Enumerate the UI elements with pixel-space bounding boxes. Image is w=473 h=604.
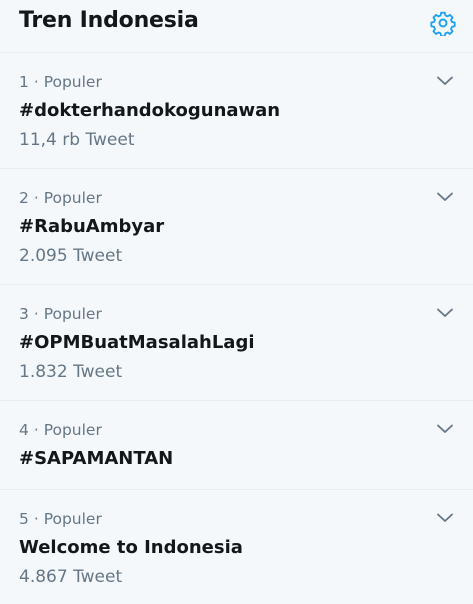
trends-header: Tren Indonesia (0, 0, 473, 53)
trend-rank: 4 (19, 421, 29, 439)
trend-tweet-count: 1.832 Tweet (19, 362, 123, 382)
chevron-down-icon[interactable] (435, 303, 455, 323)
trends-panel: Tren Indonesia 1 · Populer #dokterhandok… (0, 0, 473, 604)
chevron-down-icon[interactable] (435, 419, 455, 439)
trend-item[interactable]: 2 · Populer #RabuAmbyar 2.095 Tweet (0, 169, 473, 285)
trend-separator: · (33, 73, 39, 91)
trend-meta: 1 · Populer (19, 73, 102, 91)
trend-item[interactable]: 1 · Populer #dokterhandokogunawan 11,4 r… (0, 53, 473, 169)
trend-tweet-count: 11,4 rb Tweet (19, 130, 135, 150)
trend-name[interactable]: #dokterhandokogunawan (19, 100, 280, 121)
trend-rank: 5 (19, 510, 29, 528)
trend-name[interactable]: #RabuAmbyar (19, 216, 164, 237)
trend-context: Populer (43, 189, 102, 207)
trend-rank: 1 (19, 73, 29, 91)
trend-tweet-count: 4.867 Tweet (19, 567, 123, 587)
trend-rank: 2 (19, 189, 29, 207)
trend-name[interactable]: #OPMBuatMasalahLagi (19, 332, 255, 353)
page-title: Tren Indonesia (19, 8, 199, 33)
settings-button[interactable] (429, 9, 457, 37)
trend-separator: · (33, 189, 39, 207)
trend-context: Populer (43, 73, 102, 91)
trend-name[interactable]: #SAPAMANTAN (19, 448, 173, 469)
trend-item[interactable]: 5 · Populer Welcome to Indonesia 4.867 T… (0, 490, 473, 602)
trend-separator: · (33, 421, 39, 439)
trend-item[interactable]: 4 · Populer #SAPAMANTAN (0, 401, 473, 490)
trend-separator: · (33, 305, 39, 323)
trend-context: Populer (43, 421, 102, 439)
trend-context: Populer (43, 510, 102, 528)
trend-rank: 3 (19, 305, 29, 323)
trend-context: Populer (43, 305, 102, 323)
trend-meta: 3 · Populer (19, 305, 102, 323)
gear-icon (430, 11, 456, 36)
trend-meta: 5 · Populer (19, 510, 102, 528)
trend-name[interactable]: Welcome to Indonesia (19, 537, 243, 558)
trend-tweet-count: 2.095 Tweet (19, 246, 123, 266)
trend-item[interactable]: 3 · Populer #OPMBuatMasalahLagi 1.832 Tw… (0, 285, 473, 401)
trend-meta: 2 · Populer (19, 189, 102, 207)
chevron-down-icon[interactable] (435, 71, 455, 91)
chevron-down-icon[interactable] (435, 508, 455, 528)
trend-separator: · (33, 510, 39, 528)
chevron-down-icon[interactable] (435, 187, 455, 207)
trend-meta: 4 · Populer (19, 421, 102, 439)
